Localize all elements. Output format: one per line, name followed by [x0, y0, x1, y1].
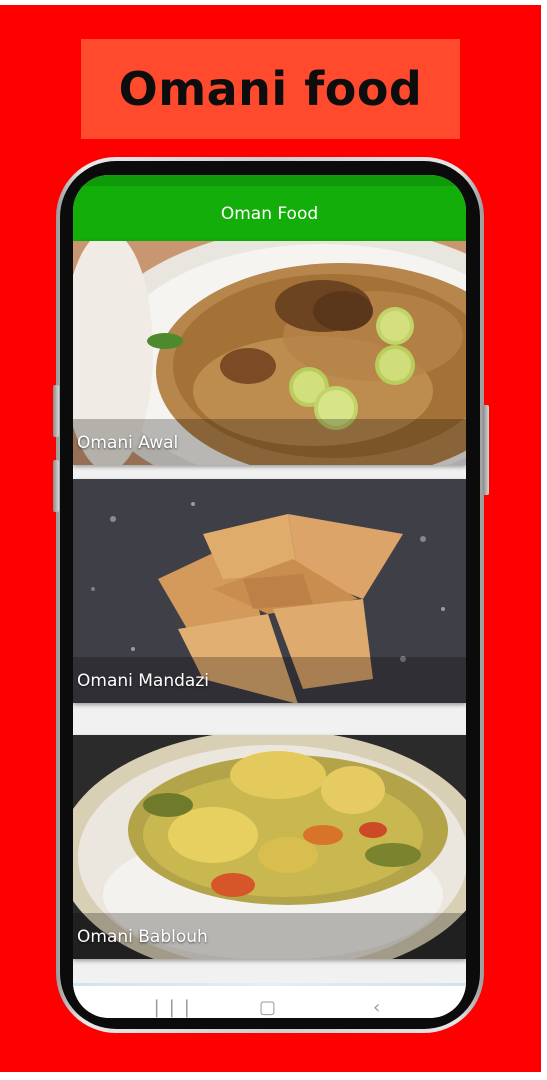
poster-title: Omani food: [118, 62, 423, 116]
app-bar: Oman Food: [73, 186, 466, 241]
status-bar: [73, 175, 466, 186]
phone-power-button: [483, 405, 489, 495]
food-card-mandazi[interactable]: Omani Mandazi: [73, 479, 466, 703]
food-card-label: Omani Awal: [77, 433, 179, 453]
food-card-label: Omani Mandazi: [77, 671, 209, 691]
home-icon[interactable]: ▢: [259, 997, 276, 1018]
phone-volume-up-button: [53, 385, 59, 437]
food-card-bablouh[interactable]: Omani Bablouh: [73, 735, 466, 959]
food-card-label: Omani Bablouh: [77, 927, 208, 947]
recents-icon[interactable]: ❘❘❘: [149, 997, 194, 1018]
app-bar-title: Oman Food: [220, 203, 319, 224]
back-icon[interactable]: ‹: [373, 997, 380, 1018]
phone-screen: Oman Food Omani Awal Omani Mandazi Omani…: [73, 175, 466, 1018]
next-card-peek: [73, 983, 466, 986]
poster-title-box: Omani food: [81, 39, 460, 139]
system-nav-bar: ❘❘❘ ▢ ‹: [73, 983, 466, 1018]
food-card-awal[interactable]: Omani Awal: [73, 241, 466, 465]
phone-volume-down-button: [53, 460, 59, 512]
